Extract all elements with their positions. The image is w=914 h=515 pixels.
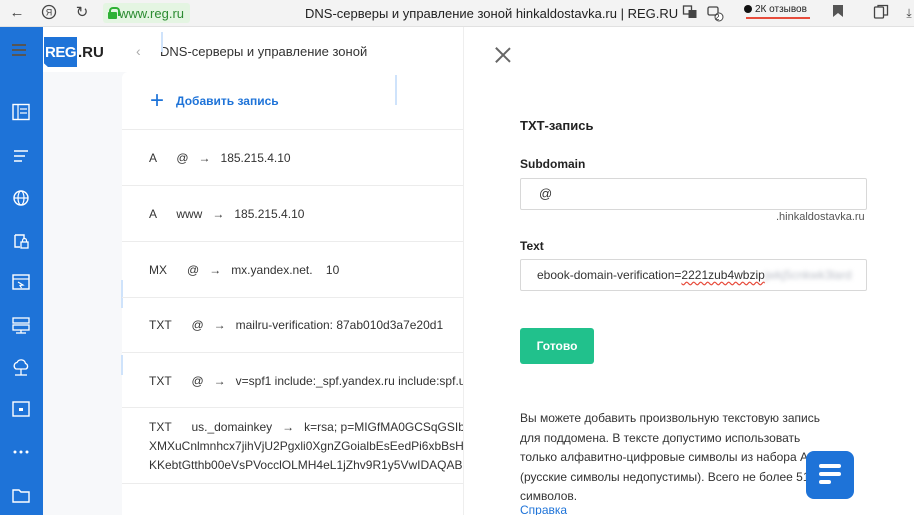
plus-icon: + [150, 87, 165, 114]
chat-line-icon [819, 464, 841, 468]
add-record-label: Добавить запись [176, 94, 279, 108]
decor-dash [161, 32, 163, 52]
logo-box: REG [44, 37, 77, 67]
add-record-button[interactable]: + Добавить запись [150, 87, 279, 114]
logo-suffix: .RU [78, 43, 104, 61]
subdomain-label: Subdomain [520, 157, 586, 171]
dns-record-row[interactable]: TXT @ → mailru-verification: 87ab010d3a7… [122, 297, 463, 352]
download-icon[interactable]: ⤓ [900, 4, 914, 22]
dns-record-row[interactable]: A www → 185.215.4.10 [122, 185, 463, 241]
record-text: MX @ → mx.yandex.net. 10 [149, 263, 340, 277]
bookmark-icon[interactable] [829, 4, 847, 22]
translate-icon[interactable] [681, 4, 699, 22]
subdomain-value: @ [539, 186, 553, 201]
url-text: www.reg.ru [119, 5, 185, 21]
dns-record-row[interactable]: TXT @ → v=spf1 include:_spf.yandex.ru in… [122, 352, 463, 407]
row-divider [122, 483, 463, 484]
dns-record-row[interactable]: MX @ → mx.yandex.net. 10 [122, 241, 463, 297]
collections-icon[interactable] [872, 4, 890, 22]
dashboard-icon[interactable] [11, 103, 31, 121]
monitor-icon[interactable] [11, 400, 31, 418]
back-arrow-icon[interactable]: ← [8, 4, 26, 22]
reviews-badge[interactable]: 2К отзывов [744, 2, 807, 16]
left-sidebar [0, 27, 43, 515]
folder-icon[interactable] [11, 487, 31, 505]
chat-line-icon [819, 472, 841, 476]
domain-suffix: .hinkaldostavka.ru [776, 211, 865, 223]
record-text-line: XMXuCnlmnhcx7jihVjU2Pgxli0XgnZGoialbEsEe… [149, 439, 463, 453]
speech-bubble-icon [744, 5, 752, 13]
decor-dash [395, 75, 397, 105]
help-text: Вы можете добавить произвольную текстову… [520, 411, 832, 503]
record-text: A @ → 185.215.4.10 [149, 151, 291, 165]
globe-icon[interactable] [11, 189, 31, 207]
help-link[interactable]: Справка [520, 503, 567, 515]
text-value-hidden: jwkj5cnkwk3lard [764, 268, 852, 282]
reviews-underline [746, 17, 810, 19]
drawer-title: ТХТ-запись [520, 118, 594, 133]
tab-title: DNS-серверы и управление зоной hinkaldos… [305, 6, 679, 21]
text-value-code: 2221zub4wbzip [681, 268, 765, 282]
secure-hosting-icon[interactable] [11, 232, 31, 250]
badge-count: 2 [715, 13, 720, 22]
list-icon[interactable] [11, 147, 31, 165]
reviews-label: 2К отзывов [755, 3, 807, 15]
record-text-line: KKebtGtthb00eVsPVocclOLMH4eL1jZhv9R1y5Vw… [149, 458, 463, 472]
dns-record-row[interactable]: A @ → 185.215.4.10 [122, 129, 463, 185]
more-icon[interactable] [11, 443, 31, 461]
text-input[interactable]: ebook-domain-verification=2221zub4wbzipj… [520, 259, 867, 291]
text-label: Text [520, 239, 544, 253]
chat-widget-button[interactable] [806, 451, 854, 499]
close-icon[interactable] [494, 46, 512, 64]
menu-icon[interactable] [12, 44, 26, 56]
record-text: TXT @ → mailru-verification: 87ab010d3a7… [149, 318, 444, 332]
text-value-start: ebook-domain-verification= [537, 268, 682, 282]
subdomain-input[interactable]: @ [520, 178, 867, 210]
reload-icon[interactable]: ↻ [73, 4, 91, 22]
address-bar[interactable]: www.reg.ru [103, 3, 191, 23]
record-text: TXT @ → v=spf1 include:_spf.yandex.ru in… [149, 374, 463, 388]
done-button[interactable]: Готово [520, 328, 594, 364]
chat-line-icon [819, 480, 831, 484]
reg-ru-logo[interactable]: REG .RU [44, 37, 104, 67]
yandex-icon[interactable]: Я [40, 4, 58, 22]
cloud-network-icon[interactable] [11, 359, 31, 377]
record-text: A www → 185.215.4.10 [149, 207, 305, 221]
lock-icon [103, 3, 120, 23]
dns-record-row-dkim[interactable]: TXT us._domainkey → k=rsa; p=MIGfMA0GCSq… [122, 407, 463, 483]
record-text-line: TXT us._domainkey → k=rsa; p=MIGfMA0GCSq… [149, 420, 463, 434]
breadcrumb[interactable]: DNS-серверы и управление зоной [160, 44, 367, 59]
extension-icon[interactable]: 2 [706, 4, 724, 22]
server-icon[interactable] [11, 316, 31, 334]
site-builder-icon[interactable] [11, 273, 31, 291]
browser-toolbar: ← Я ↻ www.reg.ru DNS-серверы и управлени… [0, 0, 914, 27]
svg-text:Я: Я [46, 8, 53, 18]
chevron-left-icon[interactable]: ‹ [136, 43, 141, 59]
